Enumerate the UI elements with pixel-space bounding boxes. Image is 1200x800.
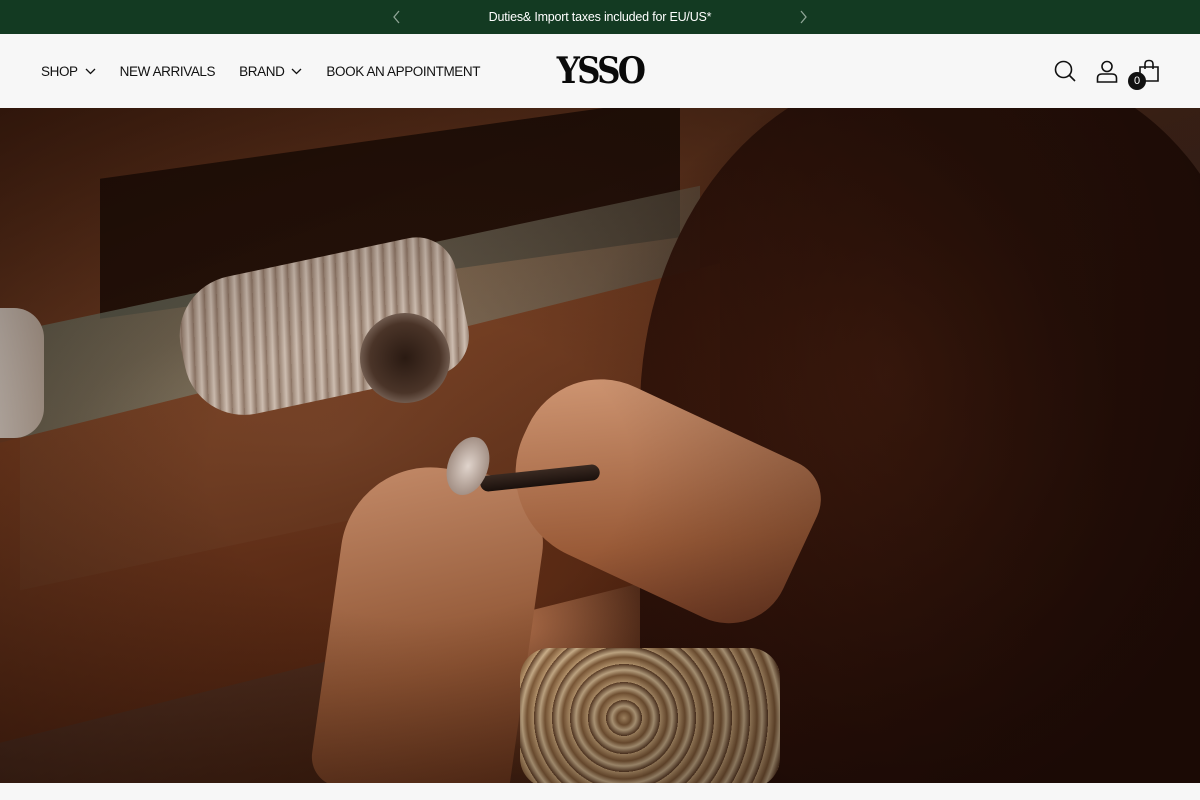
account-button[interactable] bbox=[1094, 58, 1120, 84]
chevron-down-icon bbox=[291, 68, 302, 75]
nav-item-brand[interactable]: BRAND bbox=[239, 64, 302, 79]
main-nav: SHOP NEW ARRIVALS BRAND BOOK AN APPOINTM… bbox=[41, 34, 504, 108]
header-actions: 0 bbox=[1036, 34, 1162, 108]
nav-item-label: BRAND bbox=[239, 63, 285, 79]
nav-item-label: BOOK AN APPOINTMENT bbox=[326, 63, 481, 79]
search-button[interactable] bbox=[1052, 58, 1078, 84]
hero-vignette bbox=[0, 108, 1200, 783]
nav-item-new-arrivals[interactable]: NEW ARRIVALS bbox=[119, 63, 216, 79]
cart-count-badge: 0 bbox=[1128, 72, 1146, 90]
logo-text: YSSO bbox=[556, 50, 646, 92]
nav-item-book-appointment[interactable]: BOOK AN APPOINTMENT bbox=[326, 64, 480, 79]
announcement-prev-button[interactable] bbox=[389, 9, 405, 25]
nav-item-label: SHOP bbox=[41, 63, 78, 79]
site-header: SHOP NEW ARRIVALS BRAND BOOK AN APPOINTM… bbox=[0, 34, 1200, 108]
cart-button[interactable]: 0 bbox=[1128, 58, 1162, 90]
chevron-down-icon bbox=[85, 68, 96, 75]
hero-image bbox=[0, 108, 1200, 783]
nav-item-shop[interactable]: SHOP bbox=[41, 64, 96, 79]
chevron-right-icon bbox=[800, 10, 807, 24]
search-icon bbox=[1054, 60, 1076, 82]
nav-item-label: NEW ARRIVALS bbox=[119, 63, 216, 79]
announcement-next-button[interactable] bbox=[795, 9, 811, 25]
site-logo[interactable]: YSSO bbox=[557, 50, 646, 92]
announcement-text: Duties& Import taxes included for EU/US* bbox=[488, 10, 712, 24]
chevron-left-icon bbox=[393, 10, 400, 24]
announcement-bar: Duties& Import taxes included for EU/US* bbox=[0, 0, 1200, 34]
page-below-hero bbox=[0, 783, 1200, 800]
account-icon bbox=[1096, 60, 1118, 83]
